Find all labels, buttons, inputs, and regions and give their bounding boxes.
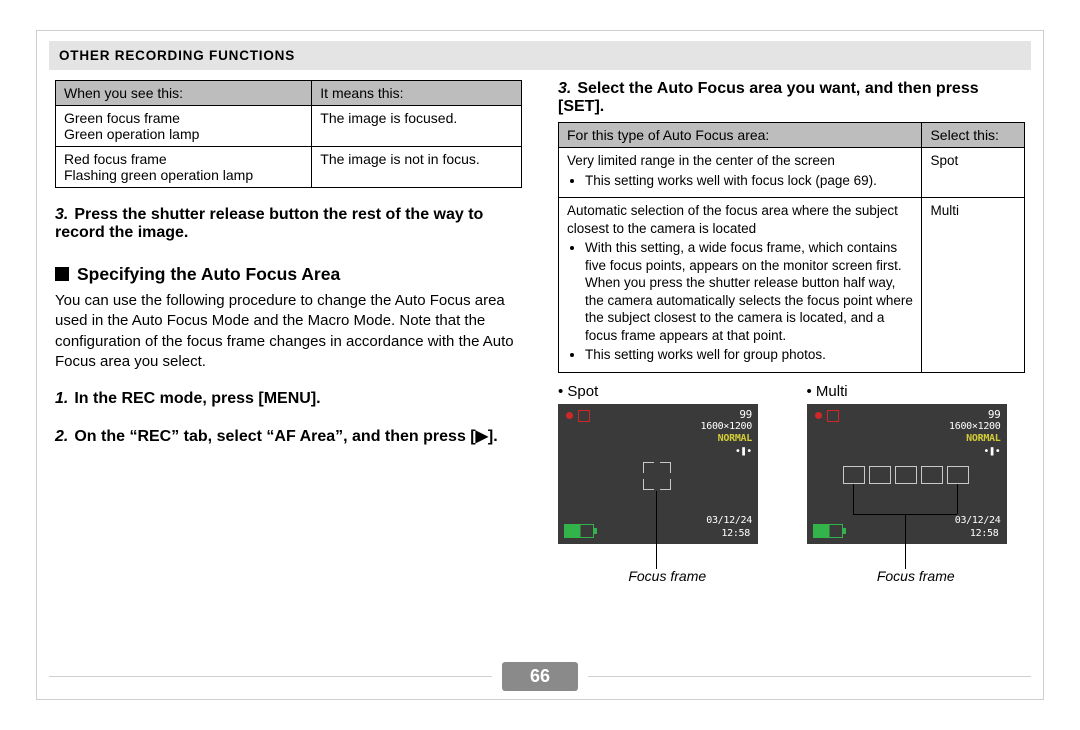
battery-icon xyxy=(564,524,594,538)
record-frame-icon xyxy=(827,410,839,422)
focus-box-icon xyxy=(843,466,865,484)
table-cell: Automatic selection of the focus area wh… xyxy=(559,198,922,373)
record-frame-icon xyxy=(578,410,590,422)
example-multi: • Multi 99 1600×1200 NORMAL •❚• 03/12/24… xyxy=(807,383,1026,584)
step-2: 2.On the “REC” tab, select “AF Area”, an… xyxy=(55,426,522,446)
focus-frame-caption: Focus frame xyxy=(807,568,1026,584)
list-item: This setting works well with focus lock … xyxy=(585,172,913,190)
table-header: It means this: xyxy=(312,81,522,106)
step-3-right: 3.Select the Auto Focus area you want, a… xyxy=(558,80,1025,116)
shots-remaining: 99 xyxy=(739,408,752,421)
section-header: OTHER RECORDING FUNCTIONS xyxy=(49,41,1031,70)
callout-line xyxy=(957,484,958,514)
table-header: When you see this: xyxy=(56,81,312,106)
quality-text: NORMAL xyxy=(718,433,752,444)
record-dot-icon xyxy=(566,412,573,419)
table-row: Very limited range in the center of the … xyxy=(559,148,1025,198)
date-text: 03/12/24 xyxy=(955,515,1001,526)
example-spot: • Spot 99 1600×1200 NORMAL •❚• 03/12/24 … xyxy=(558,383,777,584)
focus-box-icon xyxy=(947,466,969,484)
time-text: 12:58 xyxy=(721,528,750,539)
focus-frame-caption: Focus frame xyxy=(558,568,777,584)
footer-rule xyxy=(49,676,492,677)
focus-bracket-icon xyxy=(660,479,671,490)
table-cell: Multi xyxy=(922,198,1025,373)
focus-box-icon xyxy=(869,466,891,484)
page-frame: OTHER RECORDING FUNCTIONS When you see t… xyxy=(36,30,1044,700)
callout-line xyxy=(656,491,657,569)
square-bullet-icon xyxy=(55,267,69,281)
resolution-text: 1600×1200 xyxy=(949,421,1001,432)
camera-screen-spot: 99 1600×1200 NORMAL •❚• 03/12/24 12:58 xyxy=(558,404,758,544)
callout-line xyxy=(853,484,854,514)
table-row: Automatic selection of the focus area wh… xyxy=(559,198,1025,373)
step-3-left: 3.Press the shutter release button the r… xyxy=(55,206,522,242)
shots-remaining: 99 xyxy=(988,408,1001,421)
af-area-table: For this type of Auto Focus area: Select… xyxy=(558,122,1025,373)
table-row: Red focus frame Flashing green operation… xyxy=(56,147,522,188)
camera-screen-multi: 99 1600×1200 NORMAL •❚• 03/12/24 12:58 xyxy=(807,404,1007,544)
focus-bracket-icon xyxy=(643,462,654,473)
focus-status-table: When you see this: It means this: Green … xyxy=(55,80,522,188)
table-cell: Very limited range in the center of the … xyxy=(559,148,922,198)
focus-bracket-icon xyxy=(660,462,671,473)
focus-bracket-icon xyxy=(643,479,654,490)
intro-paragraph: You can use the following procedure to c… xyxy=(55,291,522,372)
table-cell: Red focus frame Flashing green operation… xyxy=(56,147,312,188)
focus-box-icon xyxy=(921,466,943,484)
table-cell: The image is not in focus. xyxy=(312,147,522,188)
table-cell: The image is focused. xyxy=(312,106,522,147)
battery-icon xyxy=(813,524,843,538)
list-item: This setting works well for group photos… xyxy=(585,346,913,364)
table-header: Select this: xyxy=(922,123,1025,148)
section-title-af-area: Specifying the Auto Focus Area xyxy=(55,264,522,285)
resolution-text: 1600×1200 xyxy=(701,421,753,432)
focus-examples: • Spot 99 1600×1200 NORMAL •❚• 03/12/24 … xyxy=(558,383,1025,584)
focus-box-icon xyxy=(895,466,917,484)
quality-text: NORMAL xyxy=(966,433,1000,444)
date-text: 03/12/24 xyxy=(706,515,752,526)
page-number: 66 xyxy=(502,662,578,691)
time-text: 12:58 xyxy=(970,528,999,539)
left-column: When you see this: It means this: Green … xyxy=(55,80,522,584)
table-cell: Spot xyxy=(922,148,1025,198)
table-row: Green focus frame Green operation lamp T… xyxy=(56,106,522,147)
footer-rule xyxy=(588,676,1031,677)
right-column: 3.Select the Auto Focus area you want, a… xyxy=(558,80,1025,584)
table-cell: Green focus frame Green operation lamp xyxy=(56,106,312,147)
record-dot-icon xyxy=(815,412,822,419)
memory-icon: •❚• xyxy=(735,446,752,457)
step-1: 1.In the REC mode, press [MENU]. xyxy=(55,390,522,408)
callout-line xyxy=(905,514,906,569)
memory-icon: •❚• xyxy=(983,446,1000,457)
table-header: For this type of Auto Focus area: xyxy=(559,123,922,148)
page-footer: 66 xyxy=(49,662,1031,691)
list-item: With this setting, a wide focus frame, w… xyxy=(585,239,913,344)
